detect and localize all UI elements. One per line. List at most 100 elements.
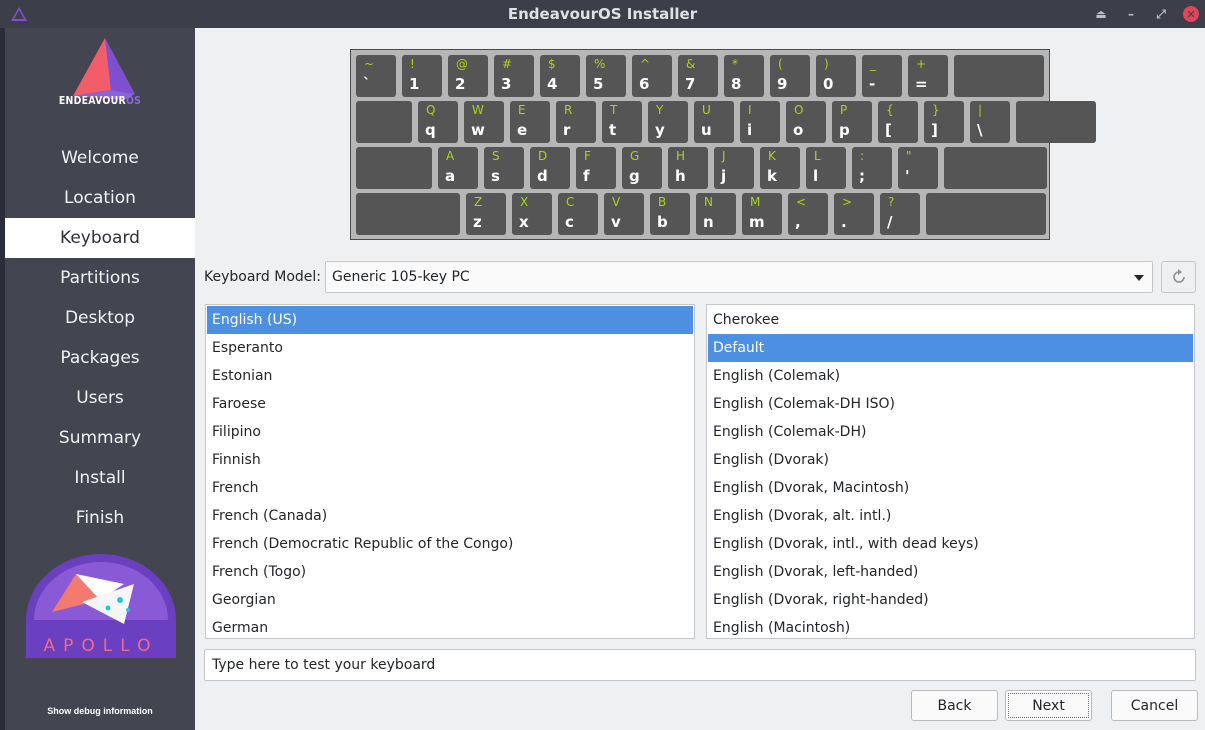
key-shift-label: Z	[474, 195, 483, 209]
key-shift-label: ?	[888, 195, 895, 209]
layout-item[interactable]: Filipino	[207, 418, 693, 446]
key-label: 3	[501, 75, 512, 93]
key-label: 8	[731, 75, 742, 93]
key-label: \	[977, 121, 983, 139]
key-shift-label: F	[584, 149, 591, 163]
key-shift-label: W	[472, 103, 484, 117]
sidebar-item-packages[interactable]: Packages	[5, 338, 195, 378]
key: Tt	[602, 101, 642, 143]
key: >.	[834, 193, 874, 235]
key-label: 1	[409, 75, 420, 93]
key-shift-label: >	[842, 195, 853, 209]
key-label: h	[675, 167, 686, 185]
key-shift-label: %	[594, 57, 606, 71]
debug-toggle[interactable]: Show debug information	[5, 706, 195, 716]
variant-item[interactable]: English (Colemak)	[708, 362, 1193, 390]
key-label: i	[747, 121, 753, 139]
variant-item[interactable]: English (Dvorak, Macintosh)	[708, 474, 1193, 502]
title-bar: EndeavourOS Installer ⏏ – ⤢ ✕	[0, 0, 1205, 28]
key: Ll	[806, 147, 846, 189]
key-shift-label: $	[548, 57, 556, 71]
key-modifier	[944, 147, 1047, 189]
window-title: EndeavourOS Installer	[507, 5, 698, 23]
key-shift-label: O	[794, 103, 804, 117]
layout-item[interactable]: German	[207, 614, 693, 638]
sidebar-nav: Welcome Location Keyboard Partitions Desktop…	[5, 138, 195, 538]
layout-item[interactable]: English (US)	[207, 306, 693, 334]
maximize-icon[interactable]: ⤢	[1151, 4, 1171, 24]
key-shift-label: !	[410, 57, 415, 71]
variant-item[interactable]: Default	[708, 334, 1193, 362]
logo-text: ENDEAVOUROS	[58, 94, 142, 107]
layout-list[interactable]: English (US) Esperanto Estonian Faroese Fili…	[205, 304, 695, 639]
sidebar-item-location[interactable]: Location	[5, 178, 195, 218]
key: Jj	[714, 147, 754, 189]
variant-list[interactable]: Cherokee Default English (Colemak) English …	[706, 304, 1195, 639]
variant-item[interactable]: English (Dvorak, left-handed)	[708, 558, 1193, 586]
layout-item[interactable]: Estonian	[207, 362, 693, 390]
layout-item[interactable]: Esperanto	[207, 334, 693, 362]
key-shift-label: <	[796, 195, 807, 209]
key-label: m	[749, 213, 765, 231]
variant-item[interactable]: English (Dvorak)	[708, 446, 1193, 474]
variant-item[interactable]: English (Macintosh)	[708, 614, 1193, 638]
keep-above-icon[interactable]: ⏏	[1091, 4, 1111, 24]
layout-item[interactable]: French (Canada)	[207, 502, 693, 530]
sidebar-item-welcome[interactable]: Welcome	[5, 138, 195, 178]
key-shift-label: E	[518, 103, 526, 117]
sidebar-item-desktop[interactable]: Desktop	[5, 298, 195, 338]
sidebar-item-keyboard[interactable]: Keyboard	[5, 218, 195, 258]
chevron-down-icon	[1134, 275, 1144, 281]
cancel-button[interactable]: Cancel	[1111, 690, 1198, 721]
key-shift-label: "	[906, 149, 912, 163]
key: ~ `	[356, 55, 396, 97]
key-shift-label: }	[932, 103, 940, 117]
key-shift-label: ^	[640, 57, 651, 71]
key-label: r	[563, 121, 571, 139]
next-button[interactable]: Next	[1005, 690, 1092, 721]
layout-item[interactable]: French (Democratic Republic of the Congo…	[207, 530, 693, 558]
variant-item[interactable]: English (Dvorak, right-handed)	[708, 586, 1193, 614]
reset-model-button[interactable]	[1161, 261, 1196, 293]
key: }]	[924, 101, 964, 143]
variant-item[interactable]: Cherokee	[708, 306, 1193, 334]
sidebar-item-partitions[interactable]: Partitions	[5, 258, 195, 298]
key: * 8	[724, 55, 764, 97]
keyboard-model-select[interactable]: Generic 105-key PC	[325, 261, 1153, 293]
key-modifier	[954, 55, 1044, 97]
main-panel: ~ `! 1 @2 #3 $4% 5 ^ 6 & 7 * 8(9) 0 _ - + = Qq Ww Ee Rr Tt Yy Uu…	[195, 28, 1205, 730]
key: Uu	[694, 101, 734, 143]
key-label: c	[565, 213, 574, 231]
sidebar-item-summary[interactable]: Summary	[5, 418, 195, 458]
key-shift-label: I	[748, 103, 752, 117]
layout-item[interactable]: Faroese	[207, 390, 693, 418]
layout-item[interactable]: Finnish	[207, 446, 693, 474]
sidebar-item-users[interactable]: Users	[5, 378, 195, 418]
key-label: g	[629, 167, 640, 185]
key-shift-label: S	[492, 149, 500, 163]
key-shift-label: L	[814, 149, 821, 163]
keyboard-test-input[interactable]: Type here to test your keyboard	[204, 649, 1196, 681]
layout-item[interactable]: French	[207, 474, 693, 502]
sidebar-item-install[interactable]: Install	[5, 458, 195, 498]
key-label: f	[583, 167, 590, 185]
key-modifier	[926, 193, 1046, 235]
layout-item[interactable]: French (Togo)	[207, 558, 693, 586]
layout-item[interactable]: Georgian	[207, 586, 693, 614]
key-shift-label: @	[456, 57, 468, 71]
variant-item[interactable]: English (Dvorak, intl., with dead keys)	[708, 530, 1193, 558]
variant-item[interactable]: English (Colemak-DH ISO)	[708, 390, 1193, 418]
close-icon[interactable]: ✕	[1183, 6, 1199, 22]
sidebar-item-finish[interactable]: Finish	[5, 498, 195, 538]
key: {[	[878, 101, 918, 143]
key-shift-label: J	[722, 149, 726, 163]
key-label: 0	[823, 75, 834, 93]
variant-item[interactable]: English (Colemak-DH)	[708, 418, 1193, 446]
variant-item[interactable]: English (Dvorak, alt. intl.)	[708, 502, 1193, 530]
minimize-icon[interactable]: –	[1121, 4, 1141, 24]
back-button[interactable]: Back	[911, 690, 998, 721]
key: Vv	[604, 193, 644, 235]
key: ? /	[880, 193, 920, 235]
key-label: w	[471, 121, 485, 139]
key-label: [	[885, 121, 892, 139]
